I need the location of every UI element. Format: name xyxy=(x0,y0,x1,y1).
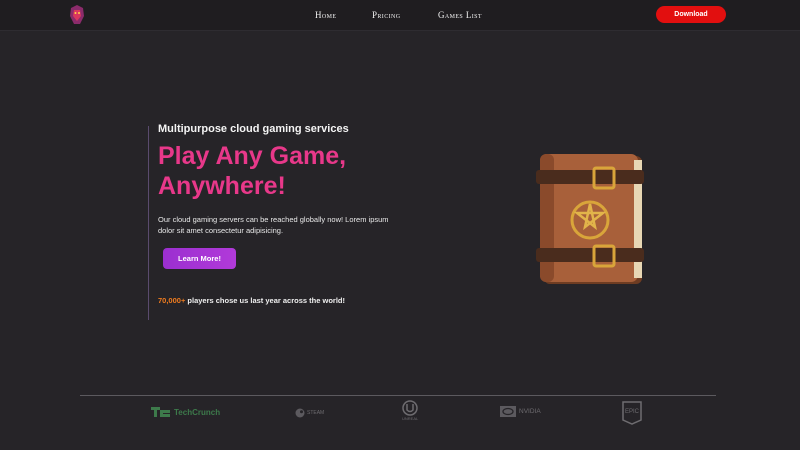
partners-divider xyxy=(80,395,716,396)
players-stats-text: players chose us last year across the wo… xyxy=(185,296,345,305)
techcrunch-logo-icon xyxy=(151,407,170,417)
partner-nvidia: NVIDIA xyxy=(500,406,541,417)
partner-techcrunch: TechCrunch xyxy=(151,406,220,418)
nvidia-logo-icon xyxy=(500,406,516,417)
nav-games-list-link[interactable]: Games List xyxy=(438,10,482,20)
epic-logo-text: EPIC xyxy=(625,409,640,415)
hero-title-line1: Play Any Game, xyxy=(158,142,347,170)
hero-divider-line xyxy=(148,126,149,320)
nav-pricing-link[interactable]: Pricing xyxy=(372,10,400,20)
partner-steam: STEAM xyxy=(295,408,324,418)
unreal-logo-icon xyxy=(402,400,418,416)
lion-logo-icon[interactable] xyxy=(68,4,86,26)
steam-label: STEAM xyxy=(307,410,325,416)
learn-more-button[interactable]: Learn More! xyxy=(163,248,236,269)
spellbook-illustration xyxy=(536,154,644,284)
nav-home-link[interactable]: Home xyxy=(315,10,336,20)
download-button[interactable]: Download xyxy=(656,6,726,23)
players-count: 70,000+ xyxy=(158,296,186,305)
steam-logo-icon xyxy=(295,408,305,418)
partner-epic: EPIC xyxy=(622,401,642,425)
hero-description: Our cloud gaming servers can be reached … xyxy=(158,215,389,235)
hero-title-line2: Anywhere! xyxy=(158,172,286,200)
top-navigation: Home Pricing Games List Download xyxy=(0,0,800,31)
unreal-label: UNREAL xyxy=(402,416,419,421)
epic-logo-icon: EPIC xyxy=(622,401,642,425)
hero-title: Play Any Game, Anywhere! xyxy=(158,141,418,201)
partner-unreal: UNREAL xyxy=(402,400,418,421)
hero-subtitle: Multipurpose cloud gaming services xyxy=(158,123,349,135)
techcrunch-label: TechCrunch xyxy=(174,407,221,417)
nvidia-label: NVIDIA xyxy=(519,408,541,415)
players-stats: 70,000+ players chose us last year acros… xyxy=(158,296,345,305)
